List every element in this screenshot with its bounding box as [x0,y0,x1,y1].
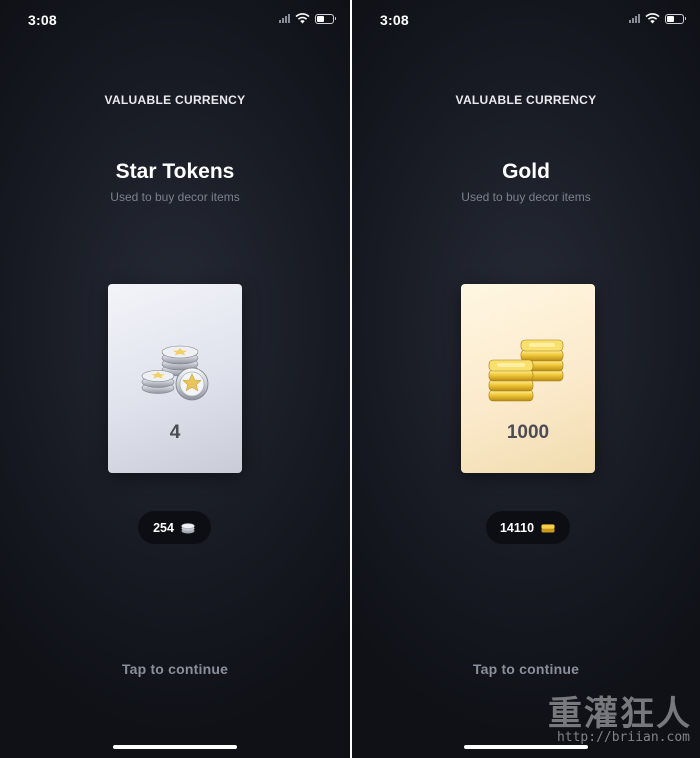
reward-screen-gold[interactable]: 3:08 VALUABLE CURRENCY Gold Used to buy … [352,0,700,758]
gold-bars-icon [488,339,564,402]
reward-amount: 4 [169,422,181,443]
tap-to-continue[interactable]: Tap to continue [0,661,350,677]
watermark: 重灌狂人 http://briian.com [492,686,692,752]
battery-icon [315,13,336,24]
balance-amount: 254 [153,520,174,535]
signal-icon [279,14,290,23]
gold-bar-icon [541,523,555,532]
watermark-brand: 重灌狂人 [548,694,692,734]
status-time: 3:08 [28,12,57,28]
silver-coin-icon [181,522,195,533]
watermark-url: http://briian.com [556,730,690,745]
wifi-icon [645,13,660,24]
status-bar-icons [629,13,686,24]
home-indicator[interactable] [113,745,237,749]
balance-amount: 14110 [499,520,535,535]
currency-subtitle: Used to buy decor items [110,190,240,204]
status-bar-icons [279,13,336,24]
currency-title: Star Tokens [115,160,235,183]
wifi-icon [295,13,310,24]
currency-title: Gold [502,160,550,183]
currency-balance-pill: 254 [138,511,211,544]
currency-subtitle: Used to buy decor items [461,190,591,204]
reward-card: 4 [108,284,242,473]
currency-balance-pill: 14110 [486,511,570,544]
currency-eyebrow: VALUABLE CURRENCY [455,93,597,107]
signal-icon [629,14,640,23]
reward-card: 1000 [461,284,595,473]
battery-icon [665,13,686,24]
home-indicator[interactable] [464,745,588,749]
silver-star-coins-icon [141,345,209,401]
reward-screen-star-tokens[interactable]: 3:08 VALUABLE CURRENCY Star Tokens Used … [0,0,350,758]
currency-eyebrow: VALUABLE CURRENCY [104,93,246,107]
reward-amount: 1000 [506,422,550,443]
status-time: 3:08 [380,12,409,28]
tap-to-continue[interactable]: Tap to continue [352,661,700,677]
